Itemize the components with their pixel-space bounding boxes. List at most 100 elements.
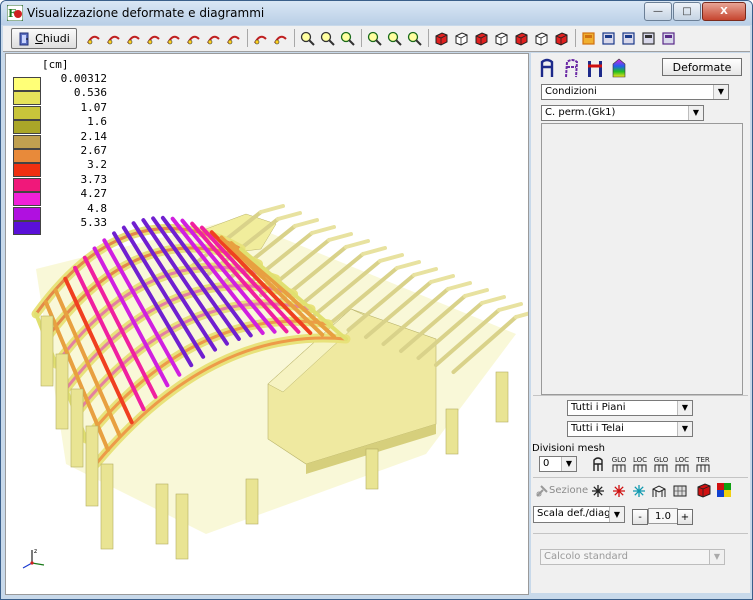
colors-icon[interactable] bbox=[580, 30, 597, 47]
toolbar-separator bbox=[361, 29, 362, 47]
hatch-pattern-icon[interactable] bbox=[671, 483, 689, 499]
load-case-select-value: C. perm.(Gk1) bbox=[545, 107, 616, 118]
glo-frame-icon[interactable]: GLO bbox=[610, 456, 628, 472]
deform-icon-2[interactable] bbox=[105, 30, 122, 47]
section-label: Sezione bbox=[549, 485, 589, 496]
mesh-divisions-value: 0 bbox=[543, 458, 550, 469]
deform-icon-4[interactable] bbox=[145, 30, 162, 47]
move-down-icon[interactable] bbox=[272, 30, 289, 47]
options-list-area[interactable] bbox=[541, 123, 743, 395]
chevron-down-icon: ▼ bbox=[609, 507, 624, 522]
zoom-in-icon[interactable] bbox=[319, 30, 336, 47]
mesh-divisions-select[interactable]: 0 ▼ bbox=[539, 456, 577, 472]
scale-minus-button[interactable]: - bbox=[632, 509, 648, 525]
legend-value: 2.67 bbox=[80, 144, 108, 157]
legend-swatch bbox=[13, 163, 41, 178]
scale-value-field[interactable]: 1.0 bbox=[648, 508, 678, 524]
star-red-icon[interactable] bbox=[610, 483, 628, 499]
chevron-down-icon: ▼ bbox=[709, 550, 724, 564]
export-icon[interactable] bbox=[620, 30, 637, 47]
toolbar-separator bbox=[247, 29, 248, 47]
save-icon[interactable] bbox=[600, 30, 617, 47]
glo-arrow-icon[interactable]: GLO bbox=[652, 456, 670, 472]
move-up-icon[interactable] bbox=[252, 30, 269, 47]
color-map-icon[interactable] bbox=[609, 57, 629, 79]
deform-icon-1[interactable] bbox=[85, 30, 102, 47]
view-iso-6-icon[interactable] bbox=[533, 30, 550, 47]
chevron-down-icon: ▼ bbox=[713, 85, 728, 99]
chiudi-button[interactable]: Chiudi bbox=[11, 28, 77, 49]
legend-value: 3.2 bbox=[87, 158, 107, 172]
conditions-select[interactable]: Condizioni ▼ bbox=[541, 84, 729, 100]
print-icon[interactable] bbox=[640, 30, 657, 47]
legend-value: 4.27 bbox=[80, 187, 108, 201]
floors-select[interactable]: Tutti i Piani ▼ bbox=[567, 400, 693, 416]
legend-swatch bbox=[13, 192, 41, 207]
element-icon[interactable] bbox=[589, 456, 607, 472]
view-iso-2-icon[interactable] bbox=[453, 30, 470, 47]
chevron-down-icon: ▼ bbox=[677, 401, 692, 415]
legend-value: 2.14 bbox=[80, 129, 108, 143]
legend-swatch bbox=[13, 105, 41, 120]
legend-swatch bbox=[13, 221, 41, 235]
app-logo-icon: F bbox=[7, 5, 23, 21]
legend-value: 0.536 bbox=[73, 86, 107, 100]
solid-cube-icon[interactable] bbox=[695, 482, 713, 498]
view-iso-3-icon[interactable] bbox=[473, 30, 490, 47]
view-iso-1-icon[interactable] bbox=[433, 30, 450, 47]
deform-icon-8[interactable] bbox=[225, 30, 242, 47]
scale-select-value: Scala def./diag. bbox=[537, 508, 614, 519]
frame-section-icon[interactable] bbox=[585, 57, 605, 79]
loc-frame-icon[interactable]: LOC bbox=[631, 456, 649, 472]
calc-mode-select[interactable]: Calcolo standard ▼ bbox=[540, 549, 725, 565]
xyz-axes-icon: z bbox=[22, 548, 45, 569]
legend-swatch bbox=[13, 120, 41, 135]
floors-select-value: Tutti i Piani bbox=[571, 402, 626, 413]
chevron-down-icon: ▼ bbox=[688, 106, 703, 120]
frames-select[interactable]: Tutti i Telai ▼ bbox=[567, 421, 693, 437]
view-iso-7-icon[interactable] bbox=[553, 30, 570, 47]
frame-3d-icon[interactable] bbox=[650, 483, 668, 499]
legend-swatch bbox=[13, 206, 41, 221]
scale-plus-button[interactable]: + bbox=[677, 509, 693, 525]
title-bar[interactable]: F Visualizzazione deformate e diagrammi … bbox=[1, 1, 752, 25]
zoom-out-icon[interactable] bbox=[299, 30, 316, 47]
window-title: Visualizzazione deformate e diagrammi bbox=[27, 6, 265, 20]
view-iso-5-icon[interactable] bbox=[513, 30, 530, 47]
3d-viewport[interactable]: [cm] 0.00312 0.536 1.07 1.6 2.14 2.67 3.2 3.73 4… bbox=[5, 53, 529, 595]
beam-outline-icon[interactable] bbox=[561, 57, 581, 79]
report-icon[interactable] bbox=[660, 30, 677, 47]
legend-value: 0.00312 bbox=[60, 72, 107, 85]
deform-icon-3[interactable] bbox=[125, 30, 142, 47]
minimize-button[interactable]: — bbox=[644, 2, 672, 21]
main-window: F Visualizzazione deformate e diagrammi … bbox=[0, 0, 753, 600]
deformate-button[interactable]: Deformate bbox=[662, 58, 742, 76]
zoom-fit-icon[interactable] bbox=[366, 30, 383, 47]
view-iso-4-icon[interactable] bbox=[493, 30, 510, 47]
legend-swatch bbox=[13, 91, 41, 106]
color-grid-icon[interactable] bbox=[715, 482, 733, 498]
zoom-all-icon[interactable] bbox=[406, 30, 423, 47]
toolbar-separator bbox=[294, 29, 295, 47]
deform-icon-5[interactable] bbox=[165, 30, 182, 47]
zoom-prev-icon[interactable] bbox=[386, 30, 403, 47]
ter-frame-icon[interactable]: TER bbox=[694, 456, 712, 472]
deform-icon-6[interactable] bbox=[185, 30, 202, 47]
scale-select[interactable]: Scala def./diag. ▼ bbox=[533, 506, 625, 523]
chiudi-mnemonic: C bbox=[35, 32, 43, 45]
legend-value: 4.8 bbox=[87, 201, 107, 215]
close-window-button[interactable]: X bbox=[702, 2, 746, 21]
legend-value: 5.33 bbox=[80, 216, 108, 229]
door-exit-icon bbox=[19, 32, 29, 45]
beam-view-icon[interactable] bbox=[537, 57, 557, 79]
star-black-icon[interactable] bbox=[589, 483, 607, 499]
load-case-select[interactable]: C. perm.(Gk1) ▼ bbox=[541, 105, 704, 121]
chiudi-label: hiudi bbox=[42, 32, 70, 45]
loc-arrow-icon[interactable]: LOC bbox=[673, 456, 691, 472]
zoom-window-icon[interactable] bbox=[339, 30, 356, 47]
toolbar-icons bbox=[85, 29, 680, 47]
legend-value: 1.07 bbox=[80, 100, 108, 114]
maximize-button[interactable]: □ bbox=[673, 2, 701, 21]
star-cyan-icon[interactable] bbox=[630, 483, 648, 499]
deform-icon-7[interactable] bbox=[205, 30, 222, 47]
